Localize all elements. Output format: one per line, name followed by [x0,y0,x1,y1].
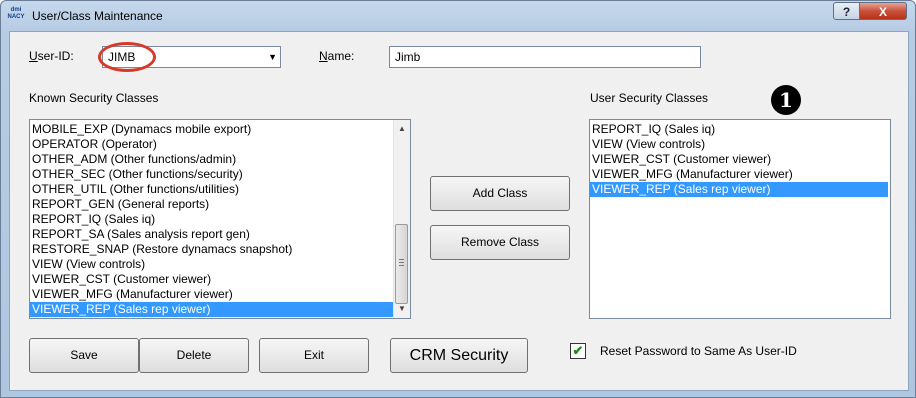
list-item[interactable]: MOBILE_EXP (Dynamacs mobile export) [30,122,393,137]
list-item[interactable]: VIEWER_CST (Customer viewer) [30,272,393,287]
list-item[interactable]: OTHER_SEC (Other functions/security) [30,167,393,182]
list-item[interactable]: OTHER_ADM (Other functions/admin) [30,152,393,167]
list-item[interactable]: RESTORE_SNAP (Restore dynamacs snapshot) [30,242,393,257]
grip-icon [399,259,404,267]
list-item[interactable]: REPORT_SA (Sales analysis report gen) [30,227,393,242]
remove-class-label: Remove Class [460,235,540,249]
list-item[interactable]: OPERATOR (Operator) [30,137,393,152]
window: dmi NACY User/Class Maintenance ? X User… [0,0,916,398]
title-bar[interactable]: dmi NACY User/Class Maintenance ? X [1,1,915,31]
crm-security-label: CRM Security [409,347,509,364]
scroll-up-icon[interactable]: ▲ [394,122,410,136]
reset-password-label[interactable]: Reset Password to Same As User-ID [600,344,797,358]
name-field[interactable]: Jimb [389,46,701,68]
window-title: User/Class Maintenance [32,9,163,23]
app-icon: dmi NACY [7,7,25,20]
annotation-badge: 1 [771,85,801,115]
reset-password-checkbox[interactable]: ✔ [570,343,586,359]
user-classes-label: User Security Classes [590,91,709,105]
user-classes-list[interactable]: REPORT_IQ (Sales iq) VIEW (View controls)… [589,119,891,319]
list-item[interactable]: REPORT_GEN (General reports) [30,197,393,212]
add-class-button[interactable]: Add Class [430,176,570,211]
scroll-thumb[interactable] [395,224,408,304]
remove-class-button[interactable]: Remove Class [430,225,570,260]
crm-security-button[interactable]: CRM Security [390,338,528,373]
scroll-down-icon[interactable]: ▼ [394,302,410,316]
save-label: Save [70,348,98,362]
list-item[interactable]: VIEWER_REP (Sales rep viewer) [30,302,393,317]
list-item[interactable]: VIEW (View controls) [590,137,888,152]
user-id-label: User-ID: [29,49,74,63]
known-classes-list[interactable]: MOBILE_EXP (Dynamacs mobile export) OPERA… [29,119,411,319]
close-button[interactable]: X [859,2,907,20]
save-button[interactable]: Save [29,338,139,373]
list-item[interactable]: VIEWER_MFG (Manufacturer viewer) [590,167,888,182]
highlight-circle [98,42,156,72]
list-item[interactable]: REPORT_IQ (Sales iq) [30,212,393,227]
list-item[interactable]: VIEWER_REP (Sales rep viewer) [590,182,888,197]
name-label: Name: [319,49,355,63]
known-classes-label: Known Security Classes [29,91,159,105]
list-item[interactable]: VIEW (View controls) [30,257,393,272]
list-item[interactable]: REPORT_IQ (Sales iq) [590,122,888,137]
help-button[interactable]: ? [833,2,860,20]
dialog-body: User-ID: JIMB ▼ Name: Jimb Known Securit… [9,31,909,391]
delete-button[interactable]: Delete [139,338,249,373]
exit-button[interactable]: Exit [259,338,369,373]
delete-label: Delete [176,348,212,362]
add-class-label: Add Class [472,186,528,200]
scrollbar[interactable]: ▲ ▼ [393,120,410,318]
exit-label: Exit [303,348,324,362]
list-item[interactable]: OTHER_UTIL (Other functions/utilities) [30,182,393,197]
list-item[interactable]: VIEWER_MFG (Manufacturer viewer) [30,287,393,302]
list-item[interactable]: VIEWER_CST (Customer viewer) [590,152,888,167]
chevron-down-icon[interactable]: ▼ [268,47,277,67]
